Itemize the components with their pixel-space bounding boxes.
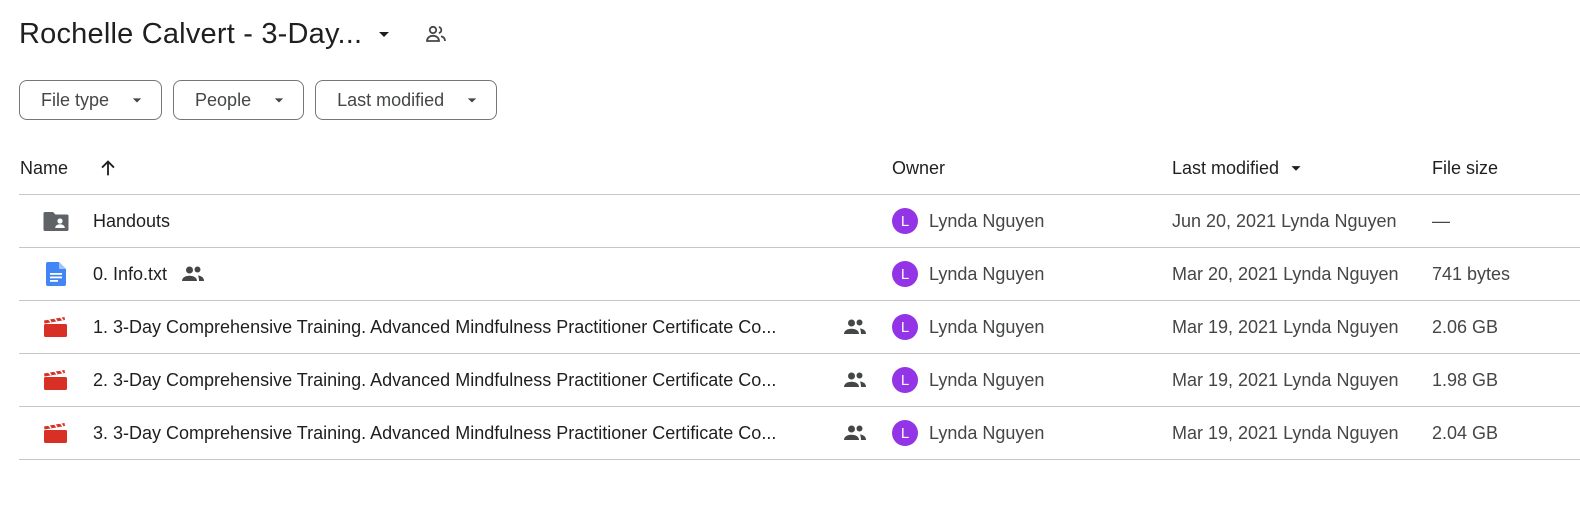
last-modified-cell: Mar 20, 2021 Lynda Nguyen [1172, 263, 1399, 284]
owner-name: Lynda Nguyen [929, 369, 1045, 390]
column-header-owner[interactable]: Owner [892, 142, 945, 194]
people-icon [181, 264, 205, 284]
filter-label: Last modified [337, 89, 445, 110]
people-icon [843, 301, 867, 353]
avatar: L [892, 314, 918, 340]
arrow-drop-down-icon[interactable] [372, 22, 396, 46]
column-header-name[interactable]: Name [20, 142, 68, 194]
filter-chips: File type People Last modified [19, 80, 498, 120]
filter-label: People [195, 89, 252, 110]
owner-cell: L Lynda Nguyen [892, 354, 1044, 406]
last-modified-cell: Mar 19, 2021 Lynda Nguyen [1172, 316, 1399, 337]
file-table: Name Owner Last modified File size Hando… [19, 142, 1580, 460]
file-size-cell: 1.98 GB [1432, 369, 1499, 390]
video-file-icon [43, 407, 69, 459]
folder-title[interactable]: Rochelle Calvert - 3-Day... [19, 18, 362, 51]
table-row[interactable]: 2. 3-Day Comprehensive Training. Advance… [19, 354, 1580, 407]
owner-name: Lynda Nguyen [929, 422, 1045, 443]
last-modified-cell: Mar 19, 2021 Lynda Nguyen [1172, 369, 1399, 390]
people-outline-icon[interactable] [422, 20, 450, 48]
arrow-drop-down-icon [269, 90, 289, 110]
file-size-cell: — [1432, 210, 1450, 231]
arrow-drop-down-icon [127, 90, 147, 110]
arrow-drop-down-icon [1285, 157, 1307, 179]
filter-file-type[interactable]: File type [19, 80, 163, 120]
file-name-cell: 0. Info.txt [93, 248, 205, 300]
table-row[interactable]: Handouts L Lynda Nguyen Jun 20, 2021 Lyn… [19, 195, 1580, 248]
file-name-cell: 2. 3-Day Comprehensive Training. Advance… [93, 354, 776, 406]
file-name-cell: 3. 3-Day Comprehensive Training. Advance… [93, 407, 776, 459]
owner-name: Lynda Nguyen [929, 316, 1045, 337]
owner-cell: L Lynda Nguyen [892, 248, 1044, 300]
owner-name: Lynda Nguyen [929, 263, 1045, 284]
file-name[interactable]: 3. 3-Day Comprehensive Training. Advance… [93, 423, 776, 444]
column-header-label: Last modified [1172, 157, 1280, 178]
filter-last-modified[interactable]: Last modified [315, 80, 498, 120]
file-name[interactable]: 2. 3-Day Comprehensive Training. Advance… [93, 370, 776, 391]
filter-label: File type [41, 89, 110, 110]
file-name-cell: 1. 3-Day Comprehensive Training. Advance… [93, 301, 776, 353]
file-size-cell: 741 bytes [1432, 263, 1511, 284]
file-name-cell: Handouts [93, 195, 170, 247]
title-row: Rochelle Calvert - 3-Day... [19, 12, 450, 56]
file-size-cell: 2.06 GB [1432, 316, 1499, 337]
last-modified-cell: Mar 19, 2021 Lynda Nguyen [1172, 422, 1399, 443]
owner-cell: L Lynda Nguyen [892, 195, 1044, 247]
column-header-last-modified[interactable]: Last modified [1172, 142, 1307, 194]
shared-folder-icon [43, 195, 69, 247]
people-icon [843, 407, 867, 459]
file-name[interactable]: 1. 3-Day Comprehensive Training. Advance… [93, 317, 776, 338]
file-name[interactable]: 0. Info.txt [93, 264, 167, 285]
column-header-file-size[interactable]: File size [1432, 142, 1498, 194]
last-modified-cell: Jun 20, 2021 Lynda Nguyen [1172, 210, 1397, 231]
owner-name: Lynda Nguyen [929, 210, 1045, 231]
filter-people[interactable]: People [173, 80, 305, 120]
avatar: L [892, 367, 918, 393]
table-row[interactable]: 1. 3-Day Comprehensive Training. Advance… [19, 301, 1580, 354]
avatar: L [892, 208, 918, 234]
video-file-icon [43, 301, 69, 353]
arrow-drop-down-icon [462, 90, 482, 110]
avatar: L [892, 420, 918, 446]
file-size-cell: 2.04 GB [1432, 422, 1499, 443]
owner-cell: L Lynda Nguyen [892, 301, 1044, 353]
document-icon [43, 248, 69, 300]
avatar: L [892, 261, 918, 287]
table-row[interactable]: 0. Info.txt L Lynda Nguyen Mar 20, 2021 … [19, 248, 1580, 301]
people-icon [843, 354, 867, 406]
sort-ascending-arrow-icon[interactable] [97, 142, 119, 194]
video-file-icon [43, 354, 69, 406]
drive-folder-view: Rochelle Calvert - 3-Day... File type Pe… [0, 0, 1580, 524]
table-header: Name Owner Last modified File size [19, 142, 1580, 195]
table-row[interactable]: 3. 3-Day Comprehensive Training. Advance… [19, 407, 1580, 460]
file-name[interactable]: Handouts [93, 211, 170, 232]
owner-cell: L Lynda Nguyen [892, 407, 1044, 459]
